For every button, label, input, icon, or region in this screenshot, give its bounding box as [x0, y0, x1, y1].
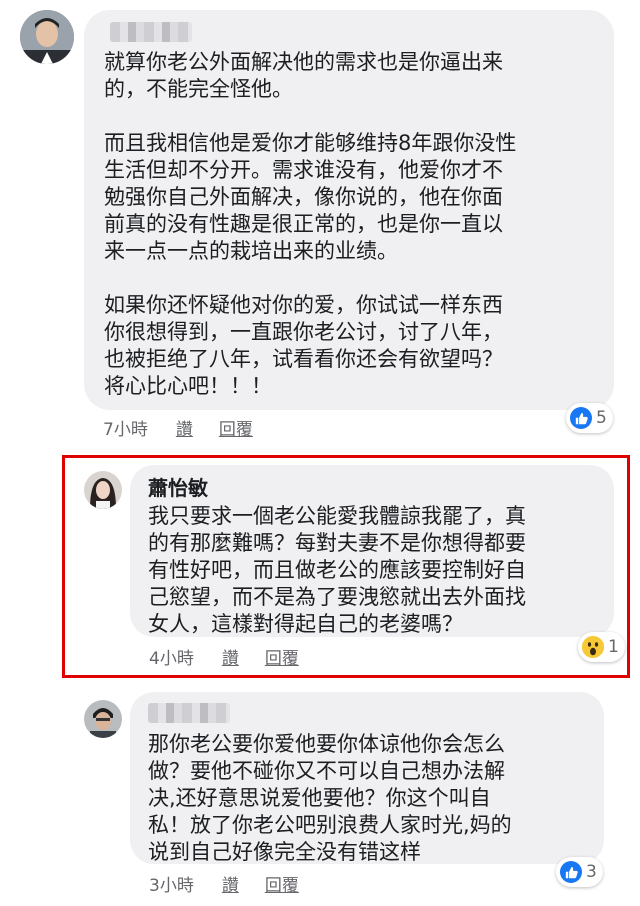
like-link[interactable]: 讚: [176, 415, 193, 440]
comment-text: 就算你老公外面解决他的需求也是你逼出来 的，不能完全怪他。 而且我相信他是爱你才…: [104, 50, 517, 398]
like-link[interactable]: 讚: [222, 644, 239, 669]
like-icon: [560, 861, 582, 883]
author-name-blurred[interactable]: [110, 22, 192, 42]
reaction-count: 1: [608, 637, 619, 657]
like-link[interactable]: 讚: [222, 871, 239, 896]
comment-bubble: 就算你老公外面解决他的需求也是你逼出来 的，不能完全怪他。 而且我相信他是爱你才…: [84, 10, 614, 410]
comment-time[interactable]: 4小時: [149, 644, 194, 669]
avatar[interactable]: [84, 471, 122, 509]
avatar[interactable]: [20, 10, 74, 64]
reply-link[interactable]: 回覆: [265, 871, 299, 896]
reply-link[interactable]: 回覆: [265, 644, 299, 669]
comment-text: 那你老公要你爱他要你体谅他你会怎么 做？要他不碰你又不可以自己想办法解 决,还好…: [148, 732, 512, 864]
comment-bubble: 那你老公要你爱他要你体谅他你会怎么 做？要他不碰你又不可以自己想办法解 决,还好…: [130, 692, 604, 864]
author-name[interactable]: 蕭怡敏: [148, 475, 596, 501]
comment-actions: 3小時 讚 回覆: [149, 871, 325, 896]
reaction-count: 3: [586, 862, 597, 882]
reaction-summary[interactable]: 3: [556, 857, 603, 887]
reaction-summary[interactable]: 1: [578, 632, 625, 662]
comment-time[interactable]: 7小時: [103, 415, 148, 440]
comment-actions: 4小時 讚 回覆: [149, 644, 325, 669]
reaction-summary[interactable]: 5: [566, 403, 613, 433]
comment-time[interactable]: 3小時: [149, 871, 194, 896]
author-name-blurred[interactable]: [148, 703, 230, 723]
like-icon: [570, 407, 592, 429]
comment-bubble: 蕭怡敏 我只要求一個老公能愛我體諒我罷了，真 的有那麼難嗎？每對夫妻不是你想得都…: [130, 465, 614, 637]
reply-link[interactable]: 回覆: [219, 415, 253, 440]
wow-icon: [582, 636, 604, 658]
comment-text: 我只要求一個老公能愛我體諒我罷了，真 的有那麼難嗎？每對夫妻不是你想得都要 有性…: [148, 504, 526, 636]
reaction-count: 5: [596, 408, 607, 428]
comment-actions: 7小時 讚 回覆: [103, 415, 279, 440]
avatar[interactable]: [84, 700, 122, 738]
